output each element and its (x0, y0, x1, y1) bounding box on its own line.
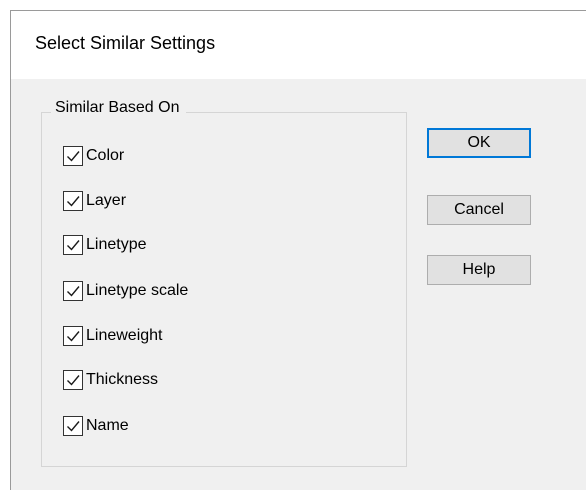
checkbox-linetype[interactable]: Linetype (63, 233, 147, 257)
checkbox-label: Thickness (86, 371, 159, 388)
checkmark-icon (67, 421, 80, 432)
checkmark-icon (67, 286, 80, 297)
checkbox-label: Lineweight (86, 327, 163, 344)
checkbox-label: Name (86, 417, 129, 434)
checkbox-label: Linetype (86, 236, 147, 253)
checkmark-icon (67, 240, 80, 251)
checkbox-layer[interactable]: Layer (63, 189, 126, 213)
checkbox-color[interactable]: Color (63, 144, 124, 168)
checkbox-box[interactable] (63, 326, 83, 346)
help-button[interactable]: Help (427, 255, 531, 285)
dialog-title-bar: Select Similar Settings (11, 11, 586, 79)
checkbox-box[interactable] (63, 146, 83, 166)
checkbox-box[interactable] (63, 370, 83, 390)
checkmark-icon (67, 331, 80, 342)
checkbox-label: Layer (86, 192, 127, 209)
group-legend: Similar Based On (51, 99, 186, 117)
checkbox-label: Linetype scale (86, 282, 189, 299)
checkbox-box[interactable] (63, 416, 83, 436)
checkbox-thickness[interactable]: Thickness (63, 368, 158, 392)
checkbox-linetype-scale[interactable]: Linetype scale (63, 279, 188, 303)
checkbox-box[interactable] (63, 235, 83, 255)
checkbox-box[interactable] (63, 281, 83, 301)
checkbox-name[interactable]: Name (63, 414, 129, 438)
checkbox-box[interactable] (63, 191, 83, 211)
ok-button[interactable]: OK (427, 128, 531, 158)
select-similar-dialog: Select Similar Settings Similar Based On… (10, 10, 586, 490)
checkbox-label: Color (86, 147, 125, 164)
checkmark-icon (67, 375, 80, 386)
checkmark-icon (67, 151, 80, 162)
cancel-button[interactable]: Cancel (427, 195, 531, 225)
checkbox-lineweight[interactable]: Lineweight (63, 324, 163, 348)
checkmark-icon (67, 196, 80, 207)
dialog-title: Select Similar Settings (35, 33, 216, 53)
